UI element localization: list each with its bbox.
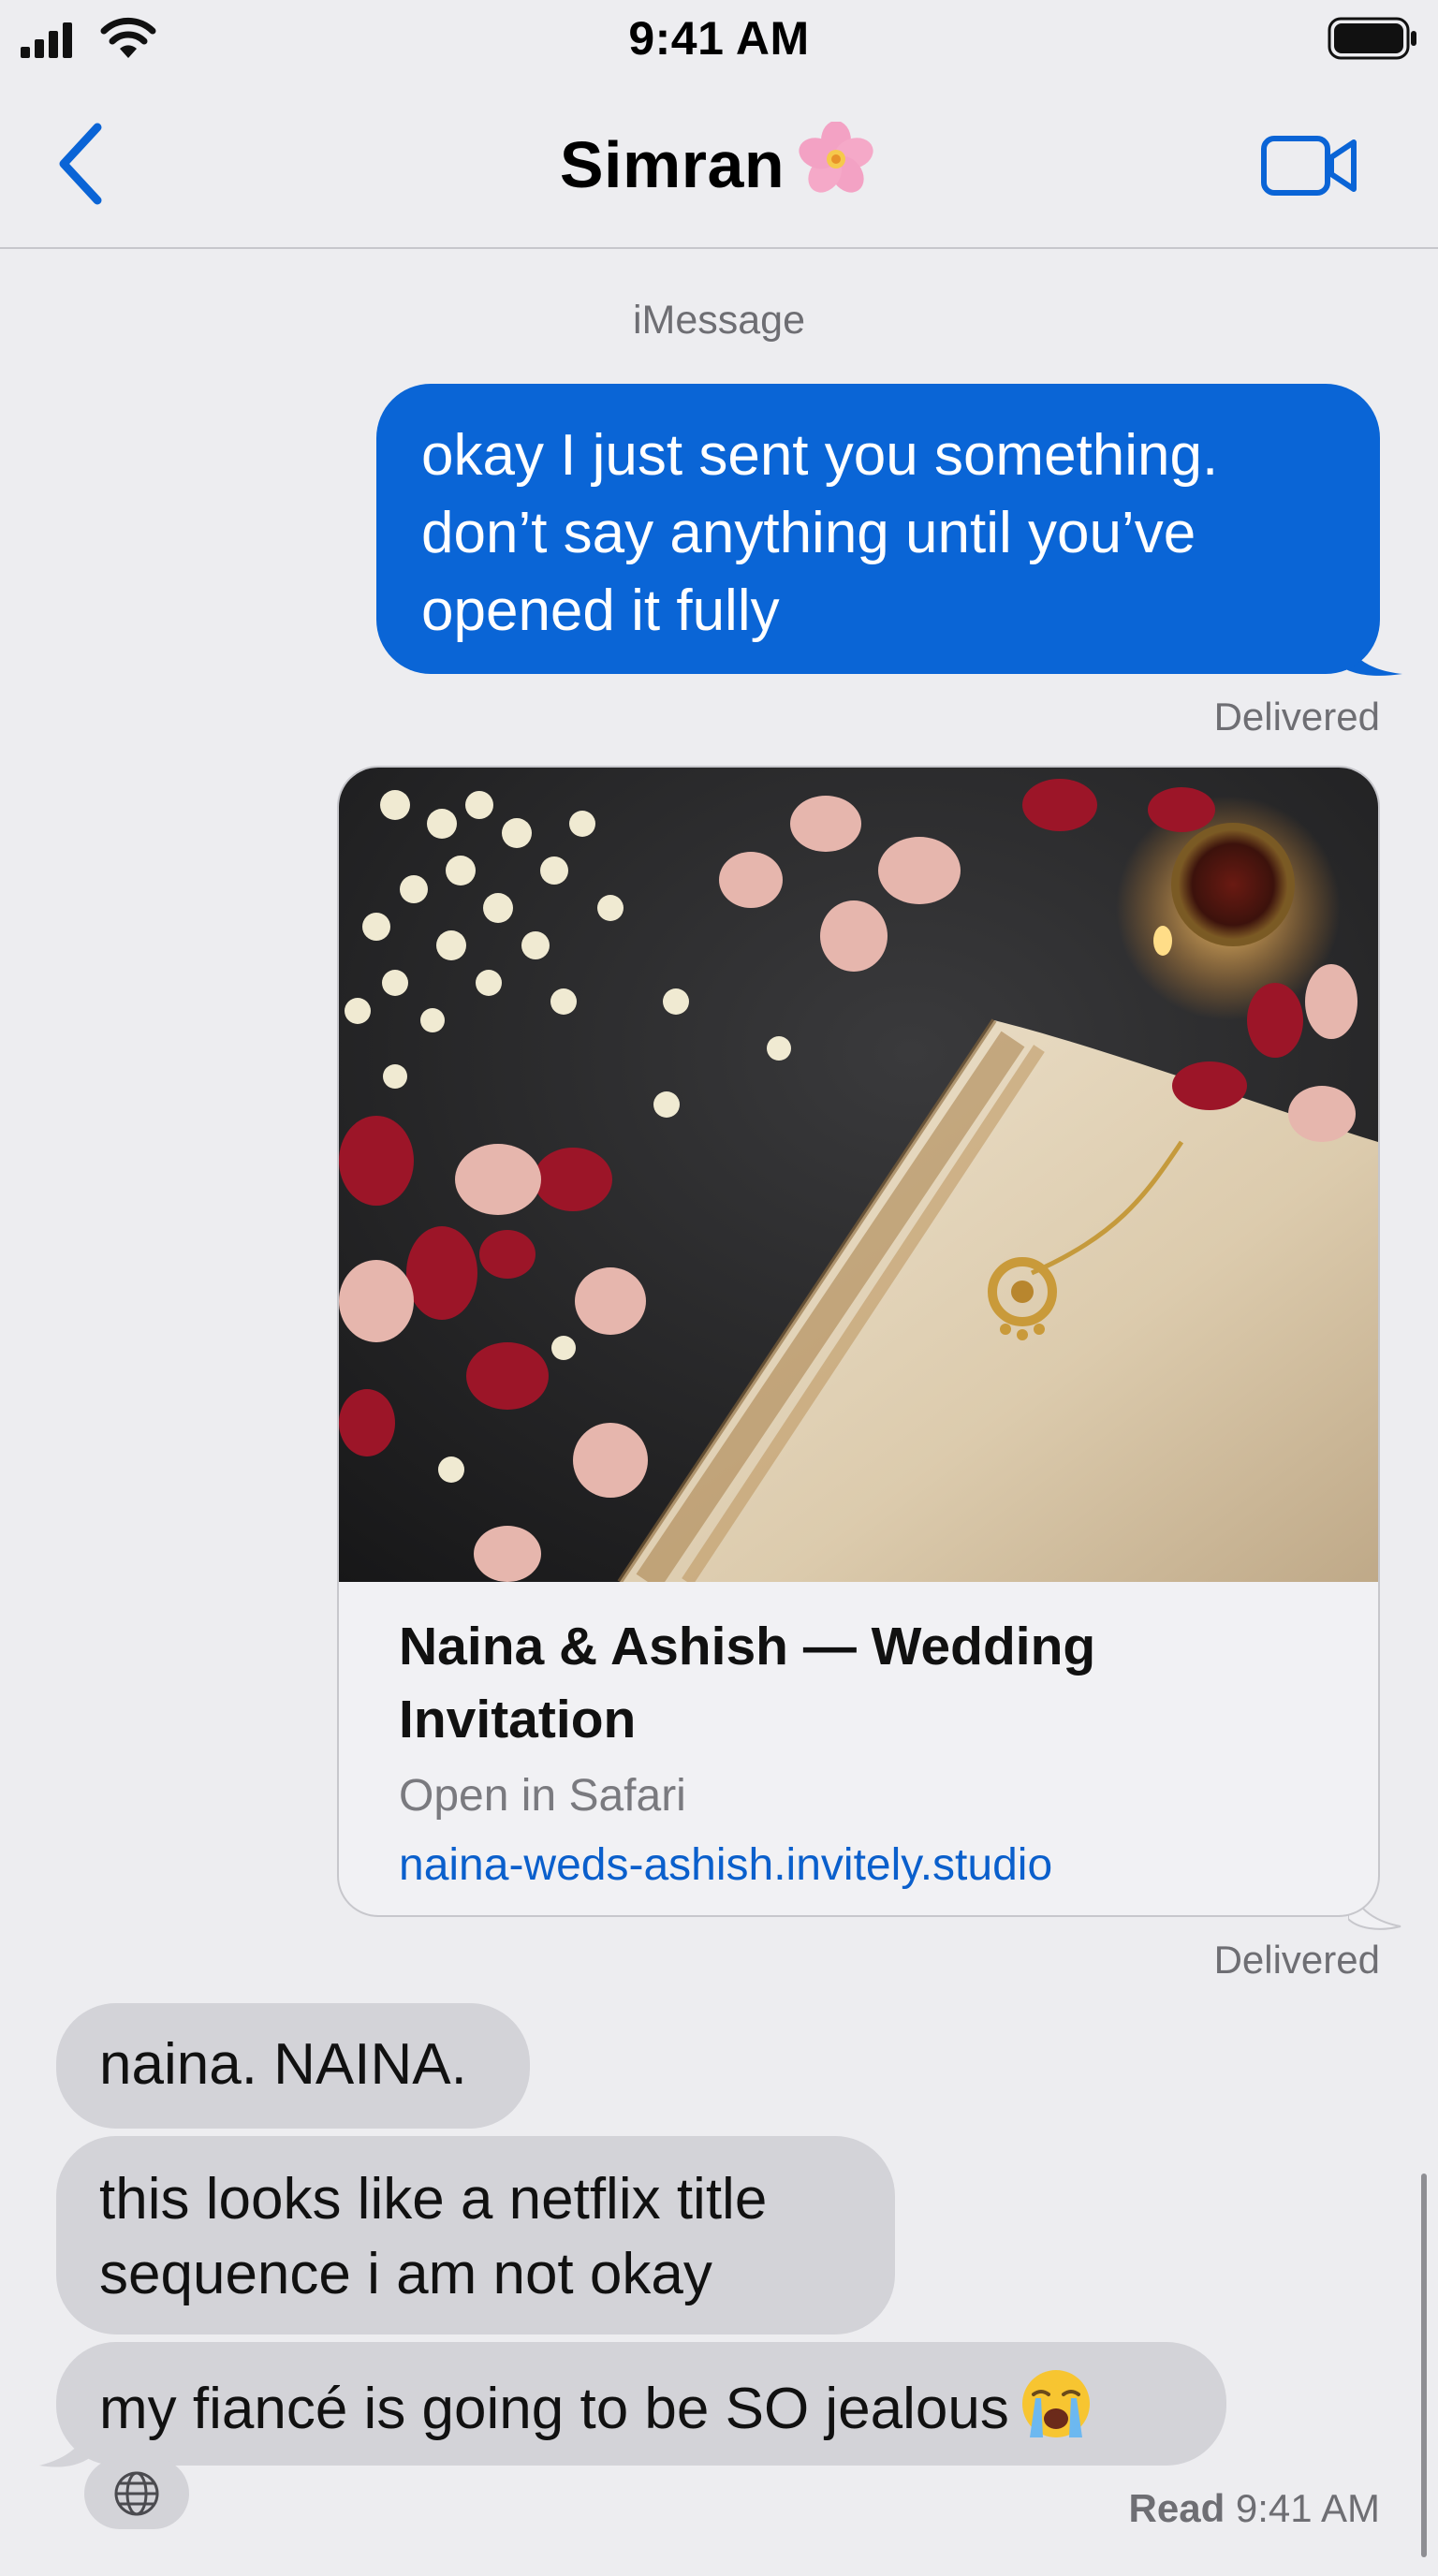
link-preview-text: Naina & Ashish — Wedding Invitation Open…	[399, 1610, 1335, 1896]
incoming-message-bubble[interactable]: my fiancé is going to be SO jealous	[56, 2342, 1226, 2466]
read-receipt: Read 9:41 AM	[1129, 2486, 1380, 2531]
link-preview-card[interactable]: Naina & Ashish — Wedding Invitation Open…	[337, 766, 1380, 1917]
incoming-message-bubble[interactable]: this looks like a netflix title sequence…	[56, 2136, 895, 2334]
delivered-status: Delivered	[1213, 1938, 1380, 1982]
flower-emoji-icon	[799, 121, 873, 193]
conversation-header: Simran	[0, 84, 1438, 249]
contact-name[interactable]: Simran	[0, 121, 1438, 202]
link-preview-subtitle: Open in Safari	[399, 1771, 686, 1821]
link-preview-image	[339, 768, 1378, 1582]
scrollbar[interactable]	[1421, 2174, 1427, 2557]
loudly-crying-face-icon	[1021, 2370, 1090, 2437]
incoming-message-bubble[interactable]: naina. NAINA.	[56, 2003, 530, 2129]
battery-icon	[1328, 17, 1416, 60]
status-time: 9:41 AM	[628, 12, 810, 65]
read-label: Read	[1128, 2486, 1225, 2530]
link-preview-url[interactable]: naina-weds-ashish.invitely.studio	[399, 1835, 1335, 1896]
read-time: 9:41 AM	[1235, 2486, 1380, 2530]
status-bar: 9:41 AM	[0, 0, 1438, 84]
video-call-icon[interactable]	[1260, 133, 1359, 198]
translate-globe-button[interactable]	[84, 2458, 189, 2529]
service-label: iMessage	[632, 298, 806, 343]
incoming-message-text: my fiancé is going to be SO jealous	[99, 2377, 1009, 2441]
link-preview-title: Naina & Ashish — Wedding Invitation	[399, 1617, 1096, 1749]
delivered-status: Delivered	[1213, 695, 1380, 739]
globe-icon	[114, 2471, 159, 2516]
contact-name-text: Simran	[559, 128, 785, 201]
outgoing-message-bubble[interactable]: okay I just sent you something. don’t sa…	[376, 384, 1380, 674]
